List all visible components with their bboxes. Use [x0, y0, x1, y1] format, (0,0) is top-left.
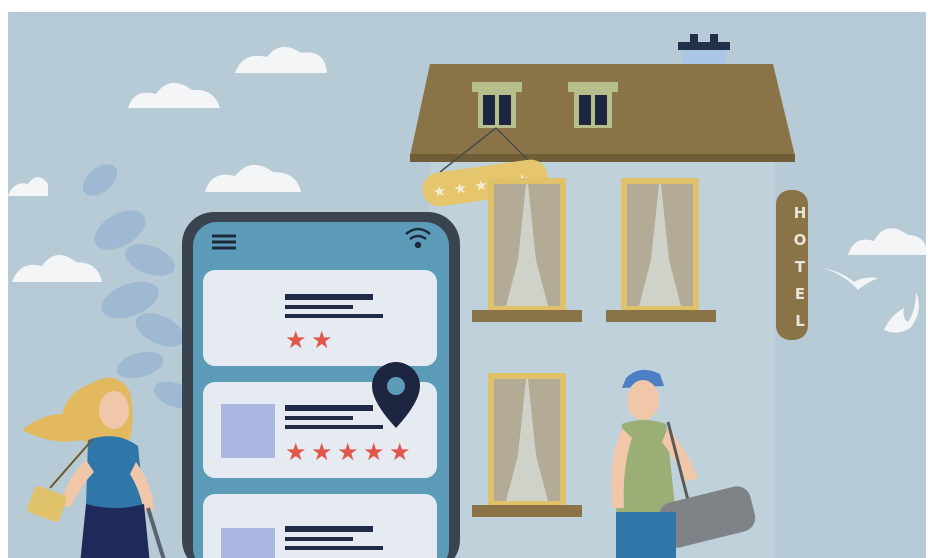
- pants: [80, 504, 150, 558]
- listing-card: ★ ★: [203, 270, 437, 366]
- listing-thumbnail: [221, 404, 275, 458]
- svg-text:★: ★: [311, 438, 333, 466]
- rating-stars: ★ ★ ★ ★ ★: [285, 438, 411, 466]
- hotel-building: ★★★★★: [410, 34, 808, 558]
- svg-text:★: ★: [452, 179, 468, 199]
- window: [472, 178, 582, 322]
- svg-text:★: ★: [285, 438, 307, 466]
- svg-text:★: ★: [389, 438, 411, 466]
- hotel-sign-letter: O: [793, 231, 807, 249]
- hotel-booking-illustration: ★ ★ ★ ★ ★ ★ ★ ★ ★ ★ H O T E L: [8, 12, 926, 558]
- svg-text:★: ★: [285, 326, 307, 354]
- dormer-window: [472, 82, 522, 128]
- svg-text:★: ★: [432, 182, 448, 202]
- hotel-sign-letter: H: [793, 204, 807, 222]
- svg-text:★: ★: [473, 176, 489, 196]
- svg-text:★: ★: [337, 438, 359, 466]
- listing-card: [203, 494, 437, 558]
- svg-text:★: ★: [363, 438, 385, 466]
- listing-thumbnail: [221, 528, 275, 558]
- dormer-window: [568, 82, 618, 128]
- hotel-sign-letter: T: [794, 258, 806, 276]
- smartphone: ★ ★ ★ ★ ★ ★ ★: [182, 212, 460, 558]
- window: [472, 373, 582, 517]
- hotel-sign-letter: L: [795, 312, 805, 330]
- hotel-sign-letter: E: [794, 285, 806, 303]
- svg-text:★: ★: [311, 326, 333, 354]
